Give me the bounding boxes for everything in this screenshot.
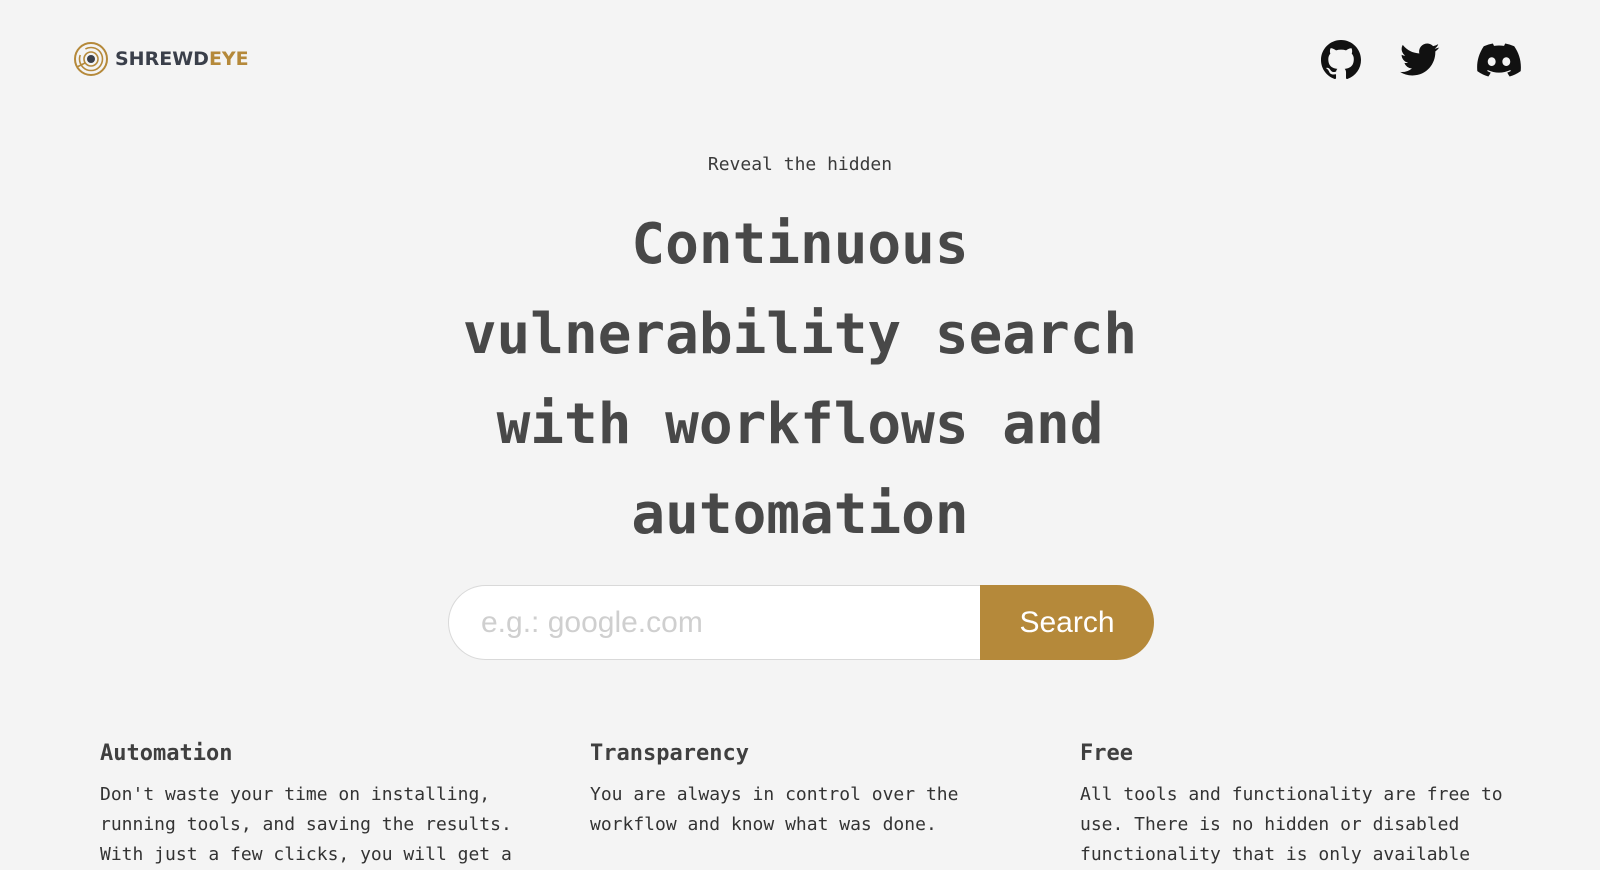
discord-link[interactable] <box>1477 38 1521 82</box>
features-section: Automation Don't waste your time on inst… <box>100 738 1540 865</box>
feature-text: You are always in control over the workf… <box>590 784 959 835</box>
feature-title: Transparency <box>590 741 749 766</box>
feature-automation: Automation Don't waste your time on inst… <box>100 738 540 870</box>
twitter-link[interactable] <box>1398 38 1442 82</box>
search-form: Search <box>448 585 1154 660</box>
logo-link[interactable]: SHREWDEYE <box>73 41 249 77</box>
hero-section: Reveal the hidden Continuous vulnerabili… <box>0 148 1600 560</box>
github-link[interactable] <box>1319 38 1363 82</box>
brand-name-part2: EYE <box>208 48 249 70</box>
eye-logo-icon <box>74 42 108 76</box>
brand-name: SHREWDEYE <box>115 48 249 70</box>
feature-title: Free <box>1080 741 1133 766</box>
feature-transparency: Transparency You are always in control o… <box>590 738 1030 840</box>
feature-free: Free All tools and functionality are fre… <box>1080 738 1520 870</box>
github-icon <box>1321 40 1361 80</box>
site-header: SHREWDEYE <box>0 0 1600 120</box>
tagline: Reveal the hidden <box>707 154 893 175</box>
feature-title: Automation <box>100 741 233 766</box>
discord-icon <box>1477 43 1521 77</box>
headline: Continuous vulnerability search with wor… <box>462 212 1138 547</box>
search-button[interactable]: Search <box>980 585 1154 660</box>
brand-name-part1: SHREWD <box>115 48 209 70</box>
feature-text: All tools and functionality are free to … <box>1080 784 1503 865</box>
search-input[interactable] <box>448 585 980 660</box>
feature-text: Don't waste your time on installing, run… <box>100 784 512 865</box>
twitter-icon <box>1400 43 1440 76</box>
